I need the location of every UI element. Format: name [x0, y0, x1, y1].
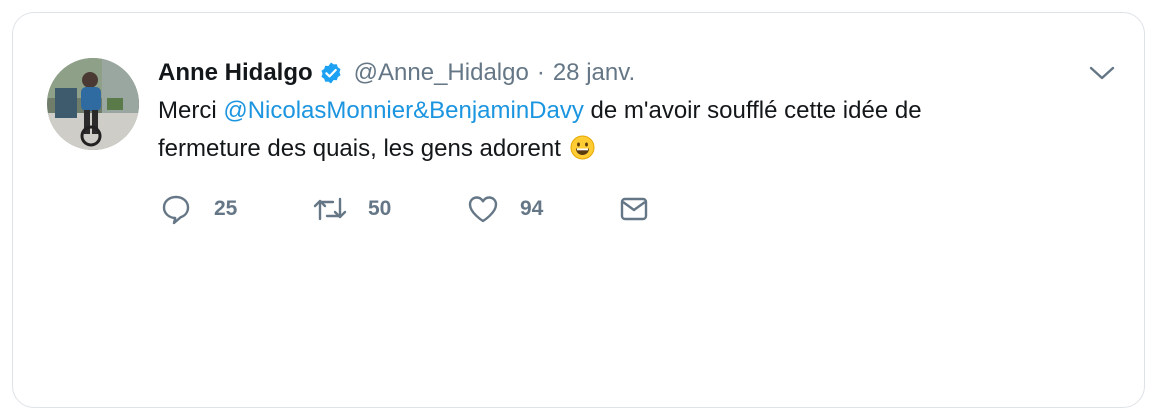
reply-count: 25	[214, 197, 238, 220]
separator-dot: ·	[536, 59, 545, 86]
grinning-face-emoji	[570, 134, 595, 160]
direct-message-button[interactable]	[618, 192, 650, 226]
tweet-text-line-2: fermeture des quais, les gens adorent	[158, 130, 1058, 168]
like-button[interactable]: 94	[466, 192, 543, 226]
heart-icon	[466, 193, 500, 225]
tweet-date[interactable]: 28 janv.	[553, 59, 635, 87]
retweet-button[interactable]: 50	[312, 192, 391, 226]
tweet-text-line2: fermeture des quais, les gens adorent	[158, 135, 561, 162]
handle[interactable]: @Anne_Hidalgo	[354, 59, 529, 87]
tweet-text-line1-rest: de m'avoir soufflé cette idée de	[583, 97, 922, 124]
like-count: 94	[520, 197, 544, 220]
retweet-count: 50	[368, 197, 392, 220]
mention-link[interactable]: @NicolasMonnier&BenjaminDavy	[223, 97, 584, 124]
chevron-down-icon[interactable]	[1088, 63, 1116, 83]
reply-icon	[160, 193, 192, 225]
verified-badge-icon	[319, 61, 343, 85]
avatar[interactable]	[47, 58, 139, 150]
envelope-icon	[618, 193, 650, 225]
display-name[interactable]: Anne Hidalgo	[158, 59, 313, 87]
reply-button[interactable]: 25	[160, 192, 237, 226]
tweet-text: Merci @NicolasMonnier&BenjaminDavy de m'…	[158, 92, 1058, 168]
tweet-text-line-1: Merci @NicolasMonnier&BenjaminDavy de m'…	[158, 92, 1058, 130]
retweet-icon	[312, 193, 348, 225]
tweet-header: Anne Hidalgo @Anne_Hidalgo · 28 janv.	[158, 57, 635, 89]
tweet-text-prefix: Merci	[158, 97, 224, 124]
